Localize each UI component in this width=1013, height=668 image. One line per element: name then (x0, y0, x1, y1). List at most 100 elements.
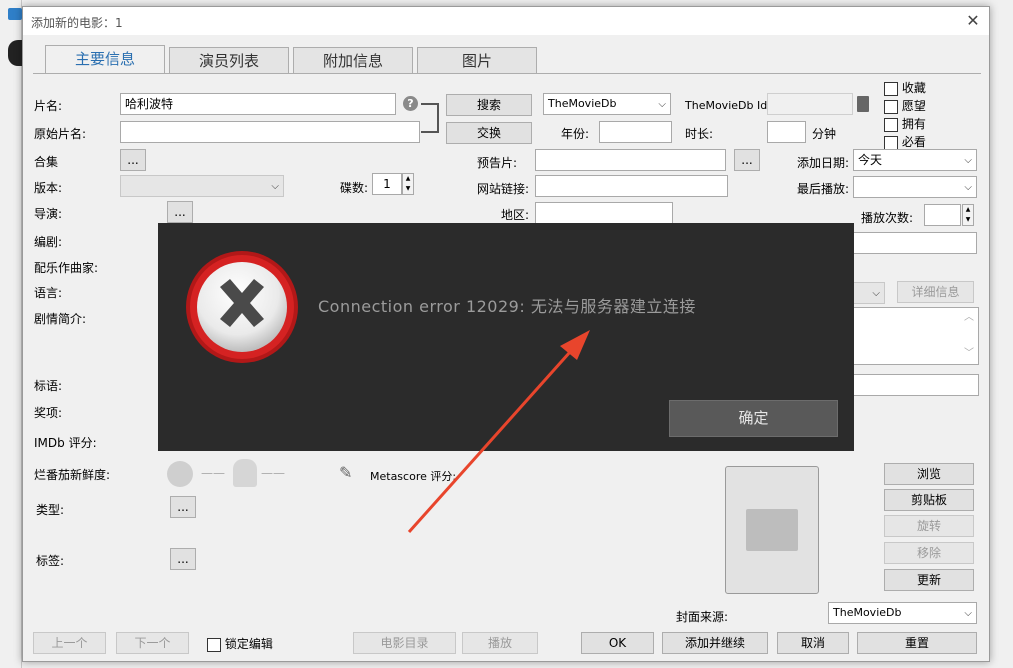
next-button[interactable]: 下一个 (116, 632, 189, 654)
lock-edit-label: 锁定编辑 (224, 637, 273, 651)
chevron-down-icon: ⌵ (964, 155, 972, 166)
checkbox-box (884, 135, 898, 150)
checkbox-favorite[interactable]: 收藏 (884, 79, 926, 96)
pencil-icon[interactable]: ✎ (339, 463, 352, 482)
ok-button[interactable]: OK (581, 632, 654, 654)
discs-spinner[interactable]: ▲ ▼ (402, 173, 414, 195)
checkbox-favorite-label: 收藏 (901, 81, 926, 95)
checkbox-box (207, 637, 221, 652)
trailer-label: 预告片: (477, 156, 518, 170)
plot-label: 剧情简介: (34, 312, 87, 326)
play-count-spinner[interactable]: ▲ ▼ (962, 204, 974, 226)
website-input[interactable] (535, 175, 728, 197)
director-label: 导演: (34, 207, 63, 221)
dialog-title: 添加新的电影：1 (31, 16, 123, 30)
collection-label: 合集 (34, 155, 59, 169)
tags-label: 标签: (36, 554, 65, 568)
runtime-input[interactable] (767, 121, 806, 143)
director-button[interactable]: ... (167, 201, 193, 223)
tagline-label: 标语: (34, 379, 63, 393)
last-played-select[interactable]: ⌵ (853, 176, 977, 198)
right-field-input[interactable] (853, 232, 977, 254)
awards-label: 奖项: (34, 406, 63, 420)
tab-main-info[interactable]: 主要信息 (45, 45, 165, 73)
details-button[interactable]: 详细信息 (897, 281, 974, 303)
trash-icon[interactable] (857, 96, 869, 112)
popcorn-icon (233, 459, 257, 487)
cover-source-label: 封面来源: (676, 610, 729, 624)
tab-extra-info[interactable]: 附加信息 (293, 47, 413, 73)
cover-source-value: TheMovieDb (833, 606, 902, 619)
tagline-input[interactable] (853, 374, 979, 396)
source-select[interactable]: TheMovieDb ⌵ (543, 93, 671, 115)
title-label: 片名: (34, 99, 63, 113)
discs-input[interactable]: 1 (372, 173, 402, 195)
close-button[interactable]: ✕ (959, 9, 987, 33)
popcorn-score: —— (261, 466, 285, 480)
chevron-down-icon: ⌵ (658, 99, 666, 110)
minutes-label: 分钟 (812, 127, 837, 141)
discs-label: 碟数: (340, 181, 369, 195)
play-button[interactable]: 播放 (462, 632, 538, 654)
app-icon (8, 8, 22, 20)
year-label: 年份: (561, 127, 590, 141)
error-ok-button[interactable]: 确定 (669, 400, 838, 437)
reset-button[interactable]: 重置 (857, 632, 977, 654)
help-icon[interactable]: ? (403, 96, 418, 111)
composer-label: 配乐作曲家: (34, 261, 99, 275)
chevron-down-icon: ⌵ (964, 182, 972, 193)
scroll-up-icon: ︿ (964, 312, 974, 323)
cover-image[interactable] (725, 466, 819, 594)
image-placeholder-icon (746, 509, 798, 551)
browse-button[interactable]: 浏览 (884, 463, 974, 485)
source-select-value: TheMovieDb (548, 97, 617, 110)
cover-source-select[interactable]: TheMovieDb ⌵ (828, 602, 977, 624)
collection-button[interactable]: ... (120, 149, 146, 171)
genre-button[interactable]: ... (170, 496, 196, 518)
play-count-input[interactable] (924, 204, 961, 226)
checkbox-must-watch[interactable]: 必看 (884, 133, 926, 150)
trailer-input[interactable] (535, 149, 726, 171)
tags-button[interactable]: ... (170, 548, 196, 570)
year-input[interactable] (599, 121, 672, 143)
background-app-left-strip (0, 0, 22, 668)
original-title-input[interactable] (120, 121, 420, 143)
cancel-button[interactable]: 取消 (777, 632, 849, 654)
language-label: 语言: (34, 286, 63, 300)
checkbox-own-label: 拥有 (901, 117, 926, 131)
error-dialog: Connection error 12029: 无法与服务器建立连接 确定 (158, 223, 854, 451)
search-button[interactable]: 搜索 (446, 94, 532, 116)
website-label: 网站链接: (477, 182, 530, 196)
rotate-button[interactable]: 旋转 (884, 515, 974, 537)
link-bracket (421, 103, 439, 133)
runtime-label: 时长: (685, 127, 714, 141)
region-input[interactable] (535, 202, 673, 224)
error-icon (186, 251, 298, 363)
checkbox-box (884, 117, 898, 132)
app-logo (8, 40, 22, 66)
checkbox-box (884, 81, 898, 96)
update-button[interactable]: 更新 (884, 569, 974, 591)
add-continue-button[interactable]: 添加并继续 (662, 632, 768, 654)
tab-cast[interactable]: 演员列表 (169, 47, 289, 73)
trailer-button[interactable]: ... (734, 149, 760, 171)
clipboard-button[interactable]: 剪贴板 (884, 489, 974, 511)
writer-label: 编剧: (34, 235, 63, 249)
plot-textarea[interactable]: ︿ ﹀ (853, 307, 979, 365)
checkbox-box (884, 99, 898, 114)
prev-button[interactable]: 上一个 (33, 632, 106, 654)
movie-catalog-button[interactable]: 电影目录 (353, 632, 456, 654)
version-select[interactable]: ⌵ (120, 175, 284, 197)
tmdb-id-input[interactable] (767, 93, 853, 115)
details-select[interactable]: ⌵ (853, 282, 885, 304)
checkbox-own[interactable]: 拥有 (884, 115, 926, 132)
swap-button[interactable]: 交换 (446, 122, 532, 144)
tomato-score: —— (201, 466, 225, 480)
region-label: 地区: (501, 208, 530, 222)
remove-button[interactable]: 移除 (884, 542, 974, 564)
date-added-select[interactable]: 今天 ⌵ (853, 149, 977, 171)
title-input[interactable]: 哈利波特 (120, 93, 396, 115)
checkbox-wish[interactable]: 愿望 (884, 97, 926, 114)
tab-images[interactable]: 图片 (417, 47, 537, 73)
lock-edit-checkbox[interactable]: 锁定编辑 (207, 635, 273, 652)
